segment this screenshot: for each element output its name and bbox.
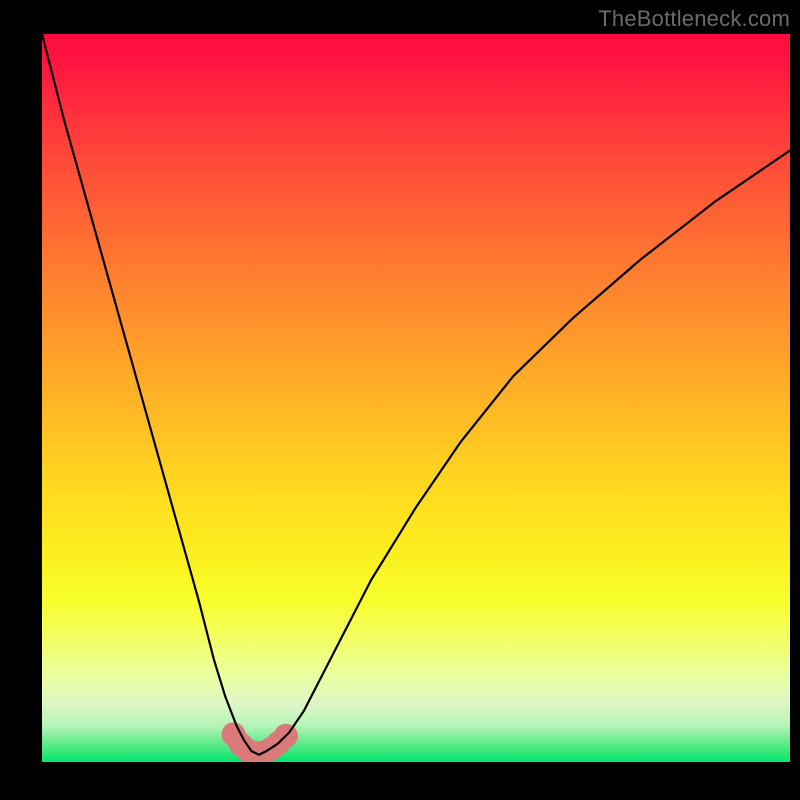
bottleneck-curve (42, 34, 790, 755)
curve-layer (42, 34, 790, 762)
min-region-dots (221, 722, 297, 762)
chart-frame: TheBottleneck.com (0, 0, 800, 800)
plot-area (42, 34, 790, 762)
watermark-text: TheBottleneck.com (598, 6, 790, 32)
